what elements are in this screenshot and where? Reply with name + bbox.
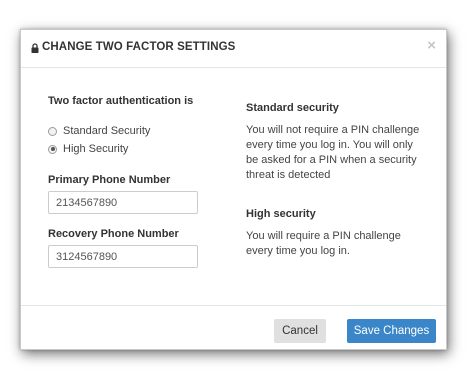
save-changes-button[interactable]: Save Changes <box>347 319 436 343</box>
primary-phone-label: Primary Phone Number <box>48 174 171 186</box>
high-security-heading: High security <box>246 208 316 220</box>
cancel-button[interactable]: Cancel <box>274 319 326 343</box>
standard-security-description: You will not require a PIN challenge eve… <box>246 124 420 181</box>
auth-mode-heading: Two factor authentication is <box>48 95 194 107</box>
high-security-description: You will require a PIN challenge every t… <box>246 230 401 257</box>
radio-standard-security[interactable]: Standard Security <box>48 124 150 138</box>
radio-standard-label: Standard Security <box>63 125 151 137</box>
dialog-title: CHANGE TWO FACTOR SETTINGS <box>42 41 236 53</box>
radio-high-security[interactable]: High Security <box>48 142 128 156</box>
two-factor-settings-dialog: CHANGE TWO FACTOR SETTINGS × Two factor … <box>20 29 447 350</box>
dialog-footer: Cancel Save Changes <box>21 305 446 351</box>
dialog-header: CHANGE TWO FACTOR SETTINGS × <box>21 30 446 68</box>
recovery-phone-input[interactable] <box>48 245 198 268</box>
standard-security-heading: Standard security <box>246 102 339 114</box>
primary-phone-input[interactable] <box>48 191 198 214</box>
close-icon[interactable]: × <box>427 38 436 53</box>
radio-high-indicator[interactable] <box>48 144 57 154</box>
radio-standard-indicator[interactable] <box>48 126 57 136</box>
lock-icon <box>31 43 39 53</box>
recovery-phone-label: Recovery Phone Number <box>48 228 179 240</box>
radio-high-label: High Security <box>63 143 129 155</box>
